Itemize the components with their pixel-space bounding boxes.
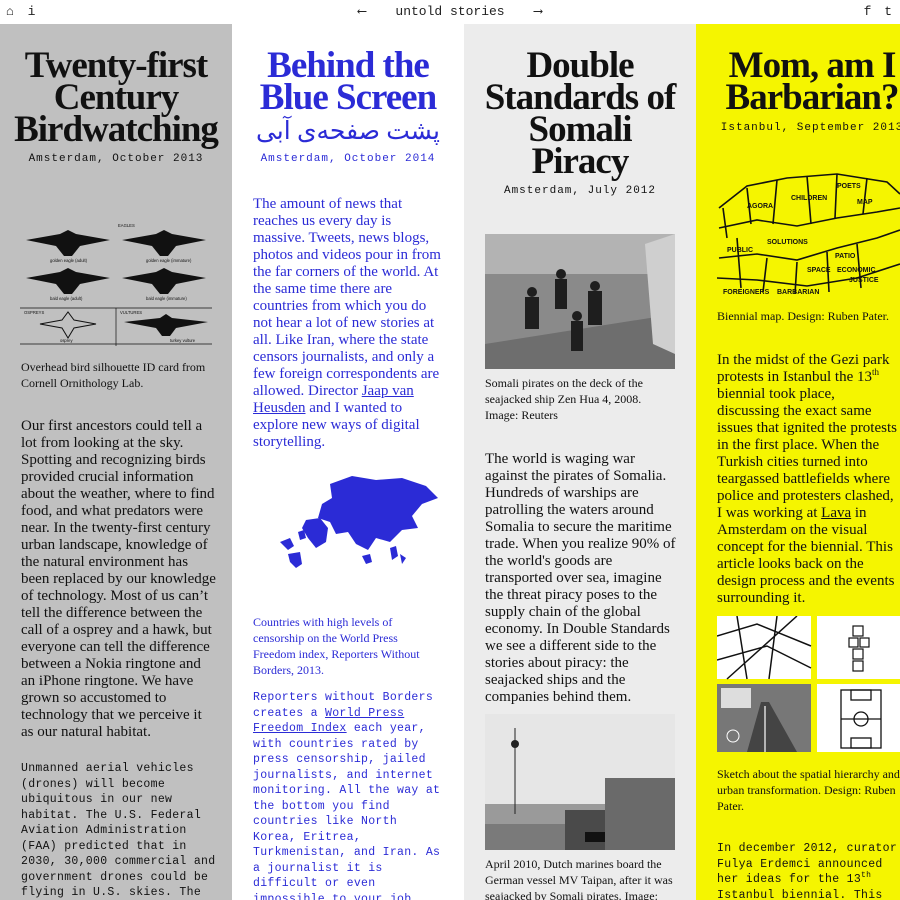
map-caption: Biennial map. Design: Ruben Pater.: [717, 309, 889, 323]
map-word-barbarian: BARBARIAN: [777, 289, 819, 296]
map-word-map: MAP: [857, 199, 873, 206]
article-title[interactable]: Twenty-first Century Birdwatching: [0, 47, 232, 148]
article-text: In december 2012, curator Fulya Erdemci …: [717, 842, 898, 900]
chart-label-ospreys: OSPREYS: [24, 310, 44, 315]
article-intro: Our first ancestors could tell a lot fro…: [21, 418, 216, 740]
twitter-icon[interactable]: t: [884, 4, 892, 19]
article-intro: The amount of news that reaches us every…: [253, 196, 441, 450]
map-word-agora: AGORA: [747, 203, 773, 210]
chart-label-golden-eagle: golden eagle (adult): [50, 258, 88, 263]
chart-label-vultures: VULTURES: [120, 310, 142, 315]
censorship-map: [280, 476, 438, 568]
biennial-map[interactable]: POETS AGORA CHILDREN MAP PUBLIC PATIO SO…: [717, 168, 900, 303]
chart-label-osprey: osprey: [60, 338, 73, 343]
article-date: Amsterdam, October 2014: [260, 153, 436, 165]
chart-label-turkey-vulture: turkey vulture: [170, 338, 196, 343]
article-title[interactable]: Mom, am I Barbarian?: [696, 47, 900, 116]
article-column-blue-screen[interactable]: Behind the Blue Screen پشت صفحه‌ی آبی Am…: [232, 24, 464, 900]
map-word-justice: JUSTICE: [849, 277, 879, 284]
site-title[interactable]: untold stories: [395, 4, 504, 19]
info-icon[interactable]: i: [28, 4, 36, 19]
article-column-barbarian[interactable]: Mom, am I Barbarian? Istanbul, September…: [696, 24, 900, 900]
article-text: Reporters without Borders creates a Worl…: [253, 691, 441, 900]
urban-sketch-grid[interactable]: [717, 616, 900, 752]
top-nav-bar: ⌂ i ⟵ untold stories ⟶ f t: [0, 0, 900, 24]
article-column-somali-piracy[interactable]: Double Standards of Somali Piracy Amster…: [464, 24, 696, 900]
article-date: Istanbul, September 2013: [720, 122, 900, 134]
lava-link[interactable]: Lava: [821, 505, 851, 521]
article-date: Amsterdam, July 2012: [503, 185, 657, 197]
pirates-on-deck-photo[interactable]: [485, 234, 675, 369]
sketch-caption: Sketch about the spatial hierarchy and u…: [717, 767, 900, 813]
map-word-foreigners: FOREIGNERS: [723, 289, 770, 296]
map-word-patio: PATIO: [835, 253, 856, 260]
chart-label-eagles: EAGLES: [118, 223, 135, 228]
bird-silhouette-chart: EAGLES golden eagle (adult) golden eagle…: [20, 223, 212, 346]
article-column-birdwatching[interactable]: Twenty-first Century Birdwatching Amster…: [0, 24, 232, 900]
article-title-persian: پشت صفحه‌ی آبی: [255, 118, 441, 145]
map-word-space: SPACE: [807, 267, 831, 274]
article-intro: In the midst of the Gezi park protests i…: [717, 352, 897, 606]
map-word-solutions: SOLUTIONS: [767, 239, 808, 246]
marines-boarding-photo[interactable]: [485, 714, 675, 850]
article-date: Amsterdam, October 2013: [28, 153, 204, 165]
article-title[interactable]: Behind the Blue Screen: [232, 47, 464, 116]
map-word-public: PUBLIC: [727, 247, 753, 254]
photo-caption: April 2010, Dutch marines board the Germ…: [485, 857, 673, 900]
map-word-children: CHILDREN: [791, 195, 827, 202]
image-caption: Overhead bird silhouette ID card from Co…: [21, 360, 206, 390]
article-text: Unmanned aerial vehicles (drones) will b…: [21, 762, 216, 899]
chart-label-bald-eagle: bald eagle (adult): [50, 296, 83, 301]
map-word-economic: ECONOMIC: [837, 267, 876, 274]
article-title[interactable]: Double Standards of Somali Piracy: [464, 47, 696, 180]
map-word-poets: POETS: [837, 183, 861, 190]
next-arrow-icon[interactable]: ⟶: [534, 4, 542, 19]
home-icon[interactable]: ⌂: [6, 4, 14, 19]
chart-label-bald-eagle-immature: bald eagle (immature): [146, 296, 187, 301]
facebook-icon[interactable]: f: [864, 4, 872, 19]
article-intro: The world is waging war against the pira…: [485, 451, 676, 705]
map-caption: Countries with high levels of censorship…: [253, 615, 420, 677]
photo-caption: Somali pirates on the deck of the seajac…: [485, 376, 643, 422]
chart-label-golden-eagle-immature: golden eagle (immature): [146, 258, 192, 263]
prev-arrow-icon[interactable]: ⟵: [358, 4, 366, 19]
